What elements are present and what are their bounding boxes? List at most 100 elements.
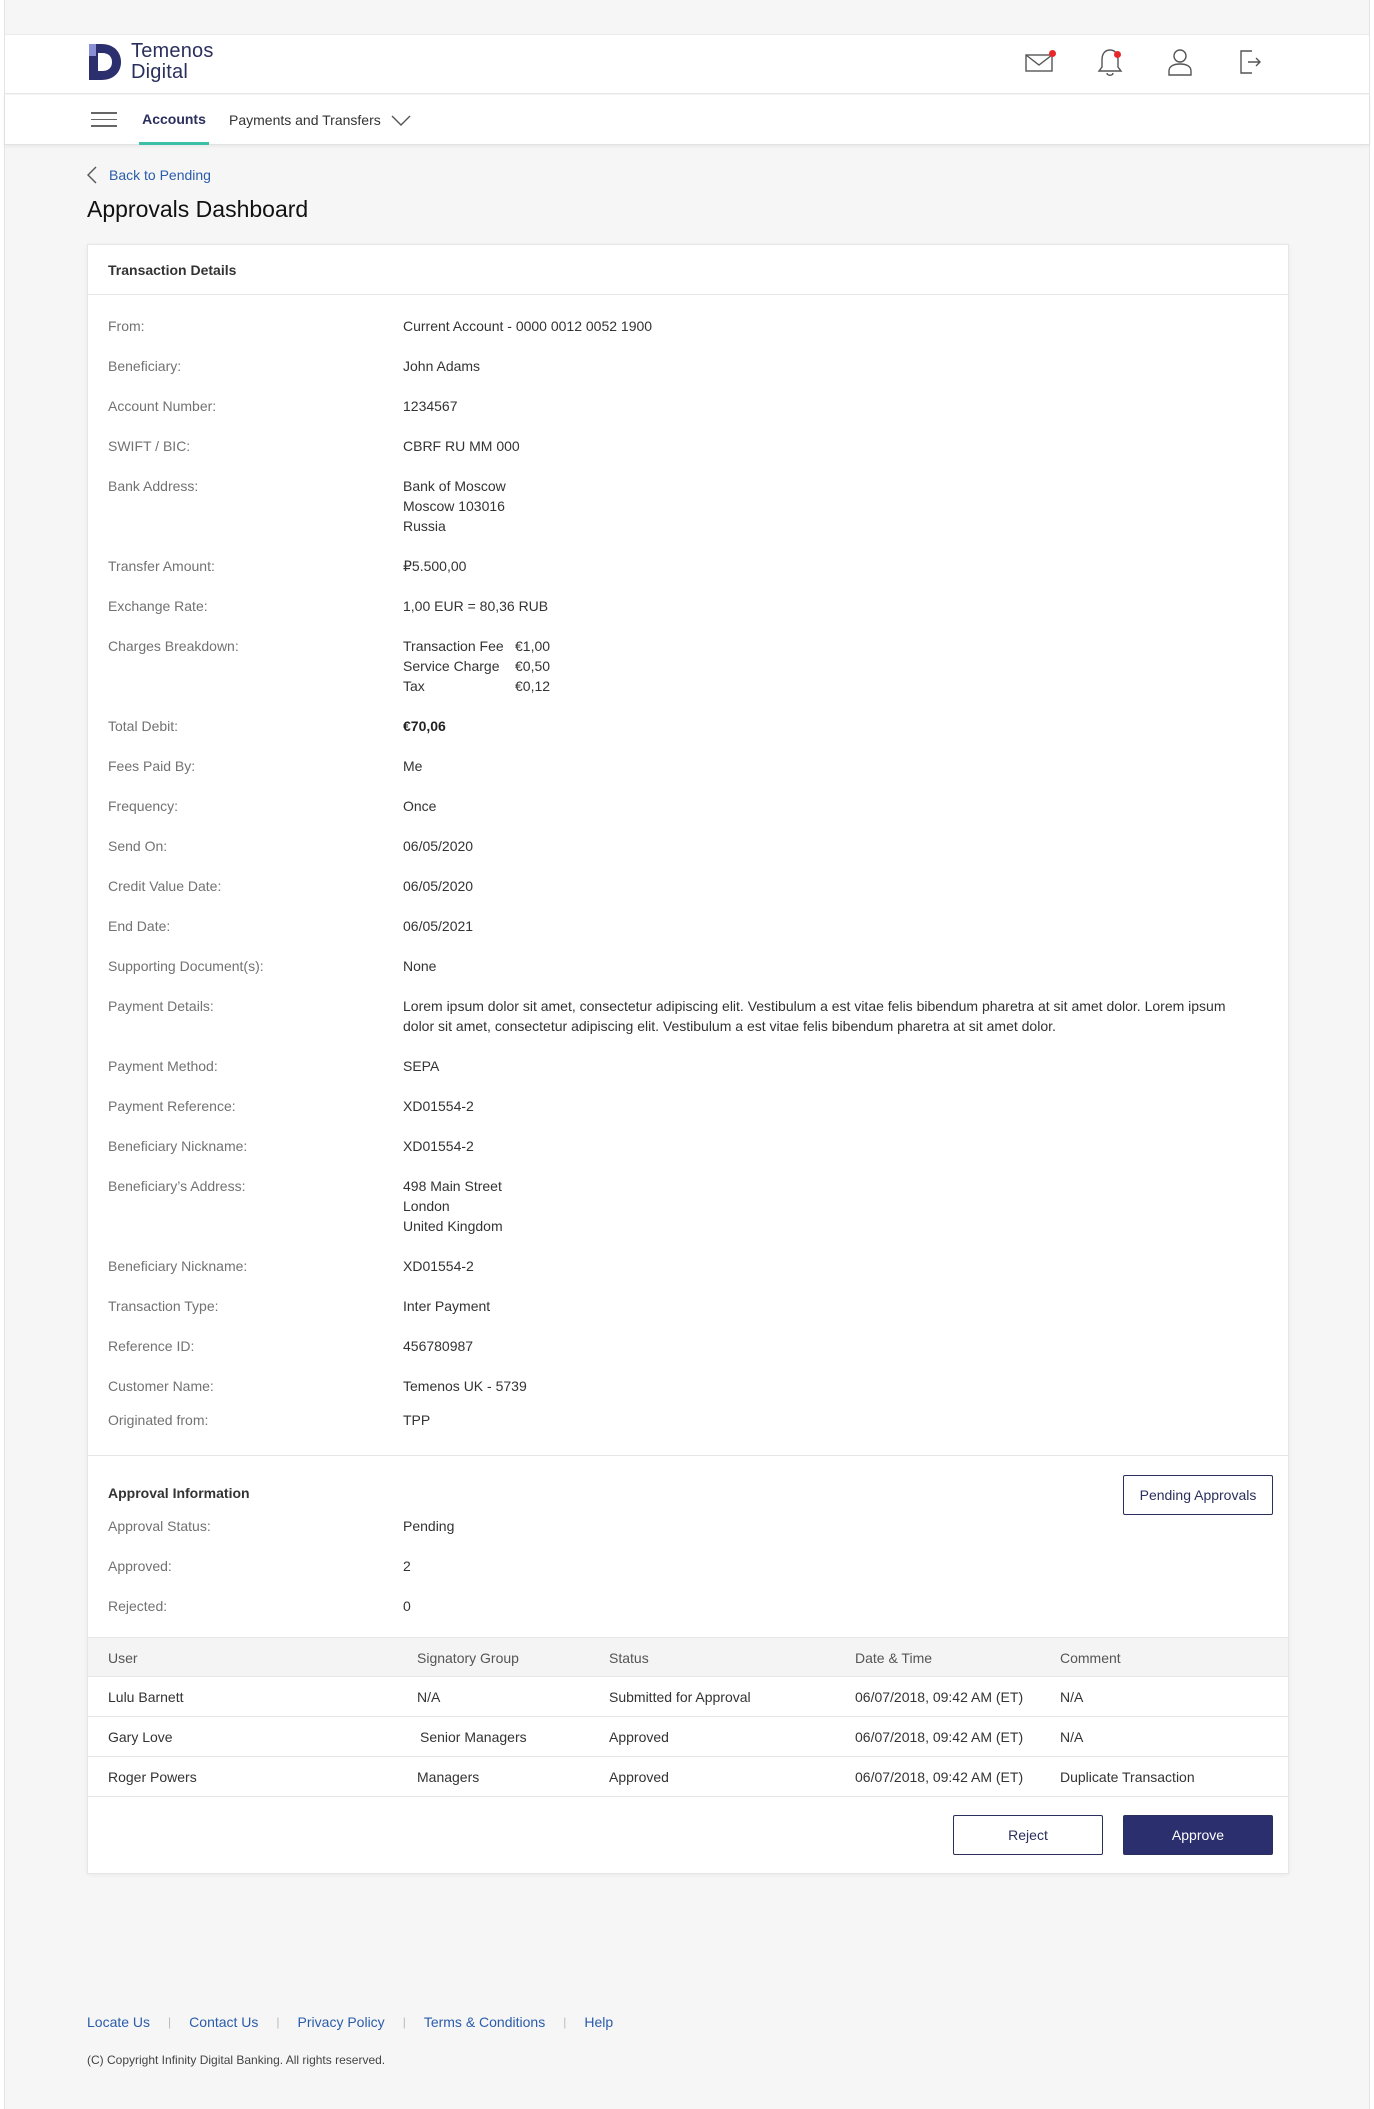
footer-link-contact-us[interactable]: Contact Us xyxy=(189,2014,258,2030)
detail-label: Beneficiary: xyxy=(108,358,182,374)
detail-value: Me xyxy=(403,758,423,774)
mail-icon[interactable] xyxy=(1025,45,1056,79)
column-header-user: User xyxy=(108,1650,138,1666)
detail-label: Approval Status: xyxy=(108,1518,211,1534)
detail-label: Transaction Type: xyxy=(108,1298,219,1314)
detail-label: Charges Breakdown: xyxy=(108,638,239,654)
detail-value: Inter Payment xyxy=(403,1298,491,1314)
column-header-comment: Comment xyxy=(1060,1650,1121,1666)
footer-separator: | xyxy=(402,2015,406,2029)
detail-value: 06/05/2020 xyxy=(403,878,474,894)
charge-name: Transaction Fee xyxy=(403,638,504,654)
tab-payments-and-transfers[interactable]: Payments and Transfers xyxy=(229,95,411,145)
temenos-logo-icon xyxy=(87,42,123,82)
user-profile-icon[interactable] xyxy=(1165,45,1195,79)
column-header-status: Status xyxy=(609,1650,649,1666)
table-row: Gary Love Senior Managers Approved 06/07… xyxy=(88,1717,1288,1757)
charge-amount: €1,00 xyxy=(515,638,551,654)
detail-value: 2 xyxy=(403,1558,411,1574)
detail-label: Total Debit: xyxy=(108,718,179,734)
app-frame: Temenos Digital Accounts Payments and Tr… xyxy=(4,0,1370,2109)
detail-label: Bank Address: xyxy=(108,478,199,494)
detail-value: ₽5.500,00 xyxy=(403,558,467,574)
detail-label: SWIFT / BIC: xyxy=(108,438,191,454)
approval-information-heading: Approval Information xyxy=(108,1485,250,1501)
footer-link-locate-us[interactable]: Locate Us xyxy=(87,2014,150,2030)
detail-label: Rejected: xyxy=(108,1598,168,1614)
footer-links: Locate Us | Contact Us | Privacy Policy … xyxy=(87,2014,613,2030)
charge-amount: €0,50 xyxy=(515,658,551,674)
cell-comment: N/A xyxy=(1060,1729,1084,1745)
transaction-card: Transaction Details From: Current Accoun… xyxy=(87,244,1289,1874)
approve-button[interactable]: Approve xyxy=(1123,1815,1273,1855)
charges-list: Transaction Fee €1,00 Service Charge €0,… xyxy=(403,636,1253,696)
cell-status: Approved xyxy=(609,1729,669,1745)
address-line: United Kingdom xyxy=(403,1218,503,1234)
hamburger-menu-icon[interactable] xyxy=(91,112,117,128)
detail-value: XD01554-2 xyxy=(403,1138,474,1154)
tab-accounts[interactable]: Accounts xyxy=(139,95,209,145)
back-to-pending-link[interactable]: Back to Pending xyxy=(87,166,211,184)
cell-signatory-group: Senior Managers xyxy=(420,1729,527,1745)
column-header-signatory-group: Signatory Group xyxy=(417,1650,519,1666)
detail-value: 06/05/2020 xyxy=(403,838,474,854)
detail-label: Beneficiary’s Address: xyxy=(108,1178,246,1194)
cell-comment: Duplicate Transaction xyxy=(1060,1769,1195,1785)
detail-label: Approved: xyxy=(108,1558,172,1574)
cell-date-time: 06/07/2018, 09:42 AM (ET) xyxy=(855,1689,1024,1705)
address-line: Russia xyxy=(403,518,446,534)
pending-approvals-button[interactable]: Pending Approvals xyxy=(1123,1475,1273,1515)
detail-value: None xyxy=(403,958,437,974)
divider xyxy=(88,294,1288,295)
footer-link-terms-conditions[interactable]: Terms & Conditions xyxy=(424,2014,545,2030)
logout-icon[interactable] xyxy=(1235,45,1265,79)
address-line: Moscow 103016 xyxy=(403,498,505,514)
detail-value: 1234567 xyxy=(403,398,458,414)
cell-signatory-group: N/A xyxy=(417,1689,441,1705)
cell-comment: N/A xyxy=(1060,1689,1084,1705)
detail-label: Payment Method: xyxy=(108,1058,218,1074)
cell-user: Roger Powers xyxy=(108,1769,197,1785)
page-title: Approvals Dashboard xyxy=(87,196,309,222)
detail-label: Customer Name: xyxy=(108,1378,214,1394)
charge-amount: €0,12 xyxy=(515,678,551,694)
detail-value: €70,06 xyxy=(403,718,446,734)
detail-value: XD01554-2 xyxy=(403,1098,474,1114)
footer-link-help[interactable]: Help xyxy=(584,2014,613,2030)
reject-button[interactable]: Reject xyxy=(953,1815,1103,1855)
approvals-table-header: User Signatory Group Status Date & Time … xyxy=(88,1637,1288,1677)
detail-value: SEPA xyxy=(403,1058,440,1074)
chevron-left-icon xyxy=(87,166,97,184)
footer-separator: | xyxy=(276,2015,280,2029)
detail-value: 456780987 xyxy=(403,1338,474,1354)
detail-label: Beneficiary Nickname: xyxy=(108,1138,248,1154)
detail-label: Transfer Amount: xyxy=(108,558,215,574)
footer-separator: | xyxy=(168,2015,172,2029)
detail-value: 0 xyxy=(403,1598,411,1614)
brand-name: Temenos Digital xyxy=(131,41,214,83)
detail-label: Credit Value Date: xyxy=(108,878,222,894)
brand-line-1: Temenos xyxy=(131,40,214,62)
top-header: Temenos Digital xyxy=(5,34,1369,94)
detail-value: 498 Main Street London United Kingdom xyxy=(403,1176,1253,1236)
column-header-date-time: Date & Time xyxy=(855,1650,933,1666)
detail-label: Reference ID: xyxy=(108,1338,195,1354)
detail-value: TPP xyxy=(403,1412,431,1428)
copyright-text: (C) Copyright Infinity Digital Banking. … xyxy=(87,2053,386,2067)
mail-alert-dot xyxy=(1049,50,1056,57)
detail-value: CBRF RU MM 000 xyxy=(403,438,520,454)
cell-signatory-group: Managers xyxy=(417,1769,480,1785)
detail-value: XD01554-2 xyxy=(403,1258,474,1274)
detail-value: Once xyxy=(403,798,437,814)
brand-logo[interactable]: Temenos Digital xyxy=(87,39,214,85)
detail-label: Payment Reference: xyxy=(108,1098,236,1114)
back-link-label: Back to Pending xyxy=(109,167,211,183)
table-row: Lulu Barnett N/A Submitted for Approval … xyxy=(88,1677,1288,1717)
notification-bell-icon[interactable] xyxy=(1095,45,1125,79)
footer-link-privacy-policy[interactable]: Privacy Policy xyxy=(298,2014,385,2030)
detail-value: Bank of Moscow Moscow 103016 Russia xyxy=(403,476,1253,536)
footer-separator: | xyxy=(563,2015,567,2029)
detail-label: Exchange Rate: xyxy=(108,598,208,614)
detail-label: Fees Paid By: xyxy=(108,758,196,774)
bell-alert-dot xyxy=(1114,51,1121,58)
